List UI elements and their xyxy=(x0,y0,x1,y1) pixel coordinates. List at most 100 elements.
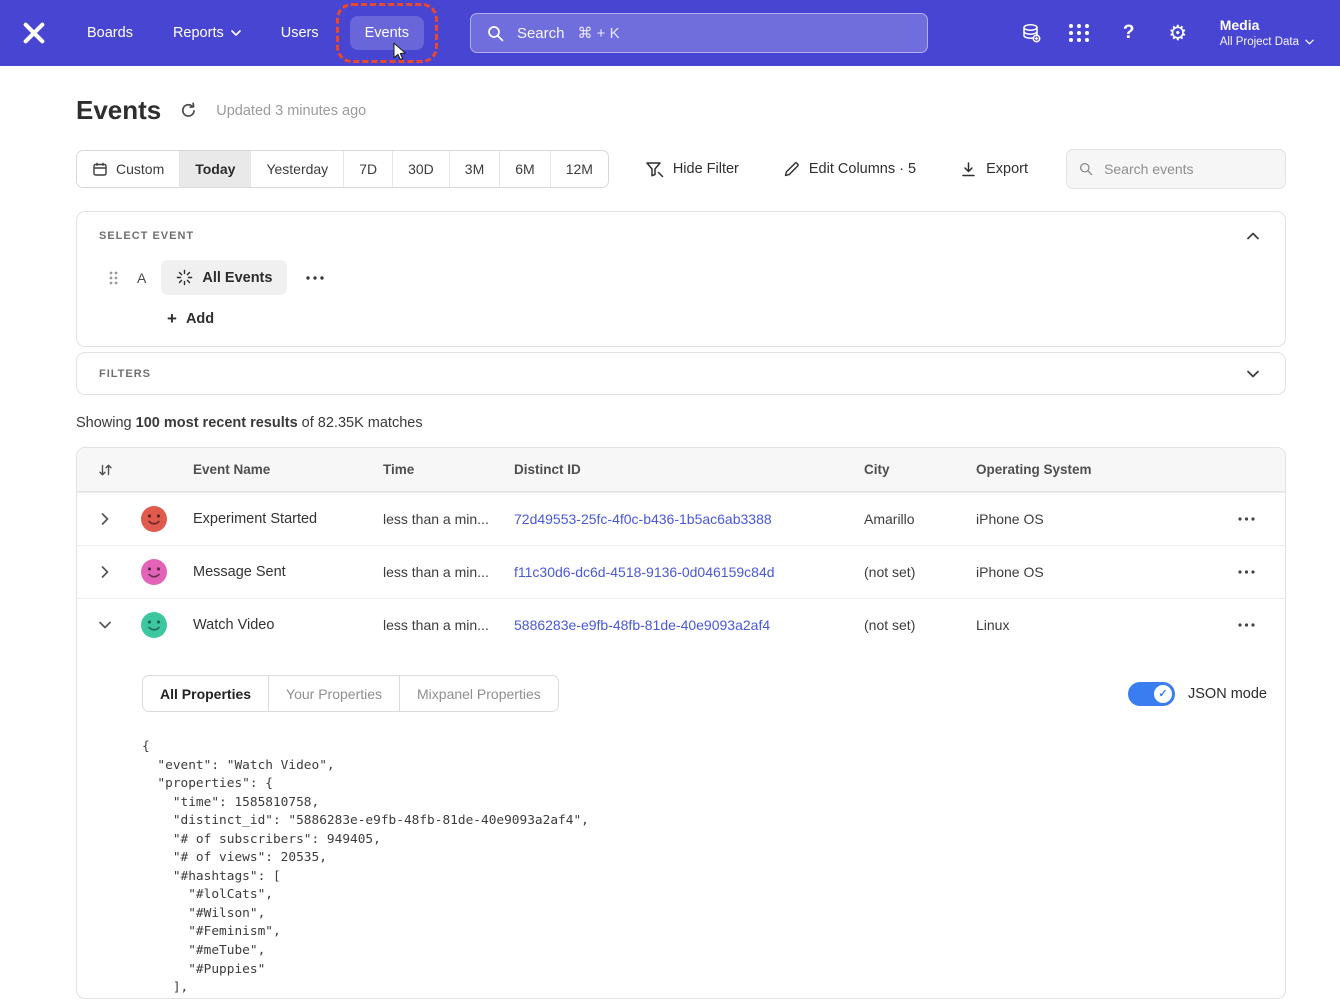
json-mode-label: JSON mode xyxy=(1188,686,1267,702)
cell-event-name: Watch Video xyxy=(193,617,383,633)
apps-grid-icon[interactable] xyxy=(1069,22,1091,44)
date-range-12m-button[interactable]: 12M xyxy=(551,151,608,187)
row-expand-chevron-right-icon[interactable] xyxy=(95,560,115,584)
export-button[interactable]: Export xyxy=(954,160,1034,179)
date-range-custom-button[interactable]: Custom xyxy=(77,151,180,187)
tab-your-properties[interactable]: Your Properties xyxy=(268,675,400,712)
cell-distinct-id-link[interactable]: 5886283e-e9fb-48fb-81de-40e9093a2af4 xyxy=(514,617,864,633)
global-search-label: Search xyxy=(517,25,565,42)
table-row-expanded: Watch Video less than a min... 5886283e-… xyxy=(77,598,1285,651)
mixpanel-logo[interactable] xyxy=(22,21,46,45)
column-header-distinct-id: Distinct ID xyxy=(514,462,864,477)
expand-chevron-down-icon[interactable] xyxy=(1243,366,1263,382)
expanded-row-detail: All Properties Your Properties Mixpanel … xyxy=(77,651,1285,998)
global-search-bar[interactable]: Search ⌘ + K xyxy=(470,13,928,53)
chevron-down-icon xyxy=(1305,39,1314,45)
toggle-knob-check-icon: ✓ xyxy=(1154,685,1172,703)
events-table: Event Name Time Distinct ID City Operati… xyxy=(76,447,1286,999)
results-summary: Showing 100 most recent results of 82.35… xyxy=(76,415,1286,431)
gear-glyph: ⚙ xyxy=(1168,23,1187,44)
settings-gear-icon[interactable]: ⚙ xyxy=(1167,22,1189,44)
column-header-os: Operating System xyxy=(976,462,1216,477)
date-range-7d-button[interactable]: 7D xyxy=(344,151,393,187)
date-range-group: Custom Today Yesterday 7D 30D 3M 6M 12M xyxy=(76,150,609,188)
column-header-time: Time xyxy=(383,462,514,477)
cell-distinct-id-link[interactable]: 72d49553-25fc-4f0c-b436-1b5ac6ab3388 xyxy=(514,511,864,527)
cell-time: less than a min... xyxy=(383,511,514,527)
table-row: Message Sent less than a min... f11c30d6… xyxy=(77,545,1285,598)
date-range-6m-button[interactable]: 6M xyxy=(500,151,550,187)
event-row-letter: A xyxy=(137,270,146,286)
data-management-icon[interactable] xyxy=(1020,22,1042,44)
download-icon xyxy=(960,161,977,178)
help-icon[interactable]: ? xyxy=(1118,22,1140,44)
event-avatar xyxy=(141,506,167,532)
hide-filter-button[interactable]: Hide Filter xyxy=(639,160,745,179)
cell-city: (not set) xyxy=(864,564,976,580)
row-overflow-menu-icon[interactable] xyxy=(1234,619,1259,631)
last-updated-text: Updated 3 minutes ago xyxy=(216,103,366,119)
plus-icon: + xyxy=(167,310,177,327)
project-selector[interactable]: Media All Project Data xyxy=(1220,16,1314,49)
event-avatar xyxy=(141,559,167,585)
top-navbar: Boards Reports Users Events Search ⌘ + K xyxy=(0,0,1340,66)
edit-columns-label: Edit Columns · 5 xyxy=(809,161,916,177)
nav-item-events[interactable]: Events xyxy=(350,16,424,50)
date-range-30d-button[interactable]: 30D xyxy=(393,151,450,187)
table-header-row: Event Name Time Distinct ID City Operati… xyxy=(77,448,1285,492)
select-event-card: SELECT EVENT A All Events + Add xyxy=(76,211,1286,347)
table-row: Experiment Started less than a min... 72… xyxy=(77,492,1285,545)
filters-title: FILTERS xyxy=(99,368,151,380)
nav-item-reports[interactable]: Reports xyxy=(158,16,256,50)
search-events-box xyxy=(1066,149,1286,189)
nav-item-boards[interactable]: Boards xyxy=(72,16,148,50)
column-header-city: City xyxy=(864,462,976,477)
select-event-title: SELECT EVENT xyxy=(99,230,194,242)
properties-tabs: All Properties Your Properties Mixpanel … xyxy=(142,675,559,712)
cell-city: (not set) xyxy=(864,617,976,633)
row-overflow-menu-icon[interactable] xyxy=(1234,566,1259,578)
chevron-down-icon xyxy=(231,30,241,36)
event-avatar xyxy=(141,612,167,638)
cell-city: Amarillo xyxy=(864,511,976,527)
tab-all-properties[interactable]: All Properties xyxy=(142,675,269,712)
cell-event-name: Message Sent xyxy=(193,564,383,580)
page-title: Events xyxy=(76,95,161,126)
date-range-3m-button[interactable]: 3M xyxy=(450,151,500,187)
row-expand-chevron-right-icon[interactable] xyxy=(95,507,115,531)
sort-icon[interactable] xyxy=(94,459,117,481)
search-icon xyxy=(1079,161,1093,177)
search-icon xyxy=(487,25,504,42)
search-events-input[interactable] xyxy=(1102,160,1273,178)
event-overflow-menu-icon[interactable] xyxy=(302,272,328,284)
filter-funnel-icon xyxy=(645,161,664,178)
nav-item-users[interactable]: Users xyxy=(266,16,334,50)
calendar-icon xyxy=(92,161,108,177)
all-events-chip[interactable]: All Events xyxy=(161,260,287,295)
drag-handle-icon[interactable] xyxy=(105,267,122,289)
event-selector-row: A All Events xyxy=(77,252,1285,295)
row-overflow-menu-icon[interactable] xyxy=(1234,513,1259,525)
date-range-today-button[interactable]: Today xyxy=(180,151,251,187)
hide-filter-label: Hide Filter xyxy=(673,161,739,177)
row-collapse-chevron-down-icon[interactable] xyxy=(93,615,117,635)
date-range-yesterday-button[interactable]: Yesterday xyxy=(251,151,344,187)
tab-mixpanel-properties[interactable]: Mixpanel Properties xyxy=(399,675,559,712)
cell-event-name: Experiment Started xyxy=(193,511,383,527)
cell-distinct-id-link[interactable]: f11c30d6-dc6d-4518-9136-0d046159c84d xyxy=(514,564,864,580)
add-event-button[interactable]: + Add xyxy=(161,309,220,328)
all-events-chip-label: All Events xyxy=(202,270,272,286)
collapse-chevron-up-icon[interactable] xyxy=(1243,228,1263,244)
cell-os: Linux xyxy=(976,617,1216,633)
add-event-label: Add xyxy=(186,311,214,327)
help-glyph: ? xyxy=(1123,22,1135,44)
project-scope-label: All Project Data xyxy=(1220,35,1299,50)
sparkle-burst-icon xyxy=(176,269,193,286)
cell-os: iPhone OS xyxy=(976,564,1216,580)
edit-columns-button[interactable]: Edit Columns · 5 xyxy=(777,160,922,179)
column-header-event-name: Event Name xyxy=(193,462,383,477)
pencil-icon xyxy=(783,161,800,178)
refresh-icon[interactable] xyxy=(176,98,201,123)
export-label: Export xyxy=(986,161,1028,177)
json-mode-toggle[interactable]: ✓ xyxy=(1128,682,1175,706)
